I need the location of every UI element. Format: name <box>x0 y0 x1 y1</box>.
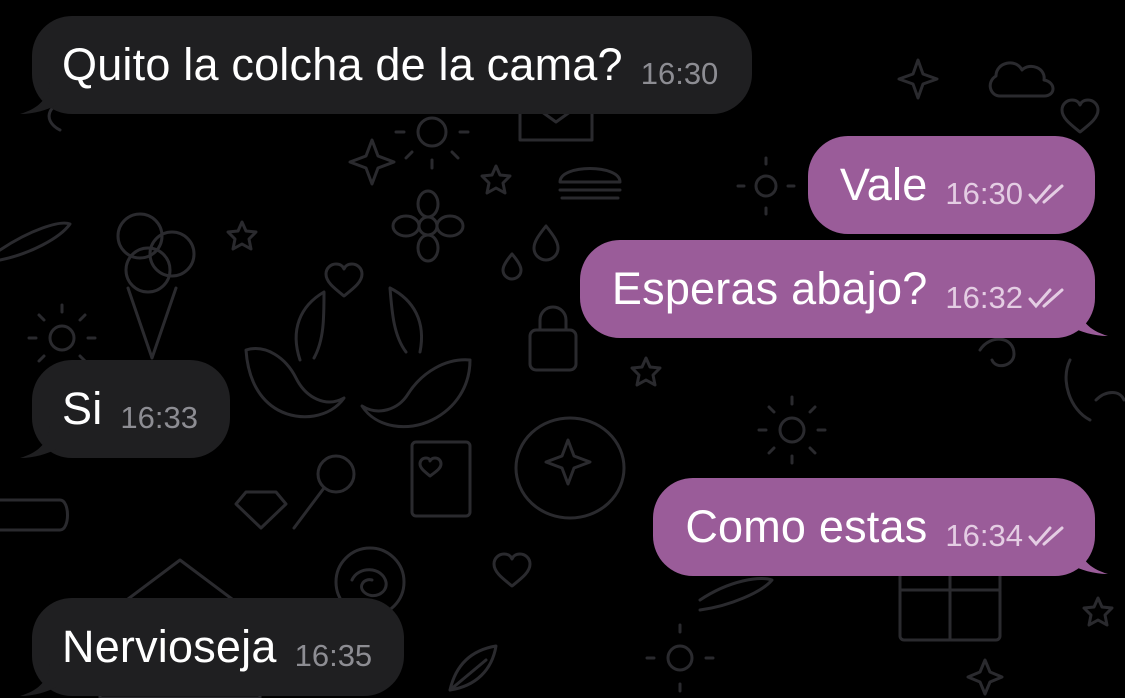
heart-doodle-icon <box>492 552 532 588</box>
message-time: 16:35 <box>294 638 373 673</box>
message-bubble-incoming[interactable]: Nervioseja 16:35 <box>32 598 405 696</box>
message-meta: 16:32 <box>945 280 1069 316</box>
sun-doodle-icon <box>645 623 715 693</box>
message-bubble-outgoing[interactable]: Vale 16:30 <box>807 136 1095 234</box>
swirl-doodle-icon <box>978 337 1016 368</box>
branch-doodle-icon <box>1064 358 1125 422</box>
message-text: Como estas <box>685 501 928 552</box>
feather-doodle-icon <box>0 221 72 262</box>
star-doodle-icon <box>226 220 258 251</box>
message-meta: 16:30 <box>945 176 1069 212</box>
message-time: 16:30 <box>945 176 1023 211</box>
message-text: Esperas abajo? <box>611 263 928 314</box>
message-text: Si <box>62 383 103 434</box>
heart-doodle-icon <box>324 262 364 298</box>
star-doodle-icon <box>630 356 662 387</box>
lock-doodle-icon <box>528 305 578 372</box>
message-bubble-incoming[interactable]: Si 16:33 <box>32 360 230 458</box>
sparkle-doodle-icon <box>348 138 396 186</box>
message-bubble-outgoing[interactable]: Esperas abajo? 16:32 <box>579 240 1095 338</box>
message-text: Quito la colcha de la cama? <box>62 39 623 90</box>
sparkle-doodle-icon <box>966 658 1004 696</box>
message-meta: 16:35 <box>295 638 373 674</box>
bubble-tail-outgoing <box>1070 304 1108 336</box>
dove-doodle-icon <box>244 290 346 419</box>
chat-area[interactable]: Quito la colcha de la cama? 16:30 Vale 1… <box>0 0 1125 698</box>
read-double-check-icon <box>1028 288 1064 309</box>
sparkle-doodle-icon <box>544 438 592 486</box>
message-text: Vale <box>839 159 928 210</box>
sun-doodle-icon <box>757 395 827 465</box>
message-text: Nervioseja <box>62 621 277 672</box>
message-time: 16:34 <box>945 518 1023 553</box>
drop-doodle-icon <box>501 252 523 281</box>
mirror-doodle-icon <box>514 416 626 520</box>
sparkle-doodle-icon <box>897 58 939 100</box>
ice-cream-doodle-icon <box>116 212 196 360</box>
feather-doodle-icon <box>698 577 774 612</box>
message-time: 16:32 <box>945 280 1023 315</box>
read-double-check-icon <box>1028 184 1064 205</box>
read-double-check-icon <box>1028 526 1064 547</box>
heart-doodle-icon <box>1060 98 1100 134</box>
bubble-tail-outgoing <box>1070 542 1108 574</box>
message-meta: 16:30 <box>641 56 719 92</box>
cloud-doodle-icon <box>988 61 1055 98</box>
star-doodle-icon <box>1082 596 1114 627</box>
message-meta: 16:33 <box>120 400 198 436</box>
sun-doodle-icon <box>736 156 796 216</box>
star-doodle-icon <box>480 164 512 195</box>
burger-doodle-icon <box>558 167 622 200</box>
dove-doodle-icon <box>360 286 472 429</box>
message-time: 16:30 <box>640 56 719 91</box>
leaf-doodle-icon <box>448 644 498 692</box>
message-time: 16:33 <box>120 400 198 435</box>
stamp-doodle-icon <box>410 440 472 518</box>
lollipop-doodle-icon <box>292 454 356 530</box>
bubble-tail-incoming <box>20 82 58 114</box>
bubble-tail-incoming <box>20 664 58 696</box>
bubble-tail-incoming <box>20 426 58 458</box>
love-banner-doodle-icon <box>0 498 69 532</box>
drop-doodle-icon <box>532 224 560 262</box>
flower-doodle-icon <box>391 189 465 263</box>
message-meta: 16:34 <box>945 518 1069 554</box>
message-bubble-outgoing[interactable]: Como estas 16:34 <box>653 478 1095 576</box>
message-bubble-incoming[interactable]: Quito la colcha de la cama? 16:30 <box>32 16 753 114</box>
diamond-doodle-icon <box>234 490 288 530</box>
